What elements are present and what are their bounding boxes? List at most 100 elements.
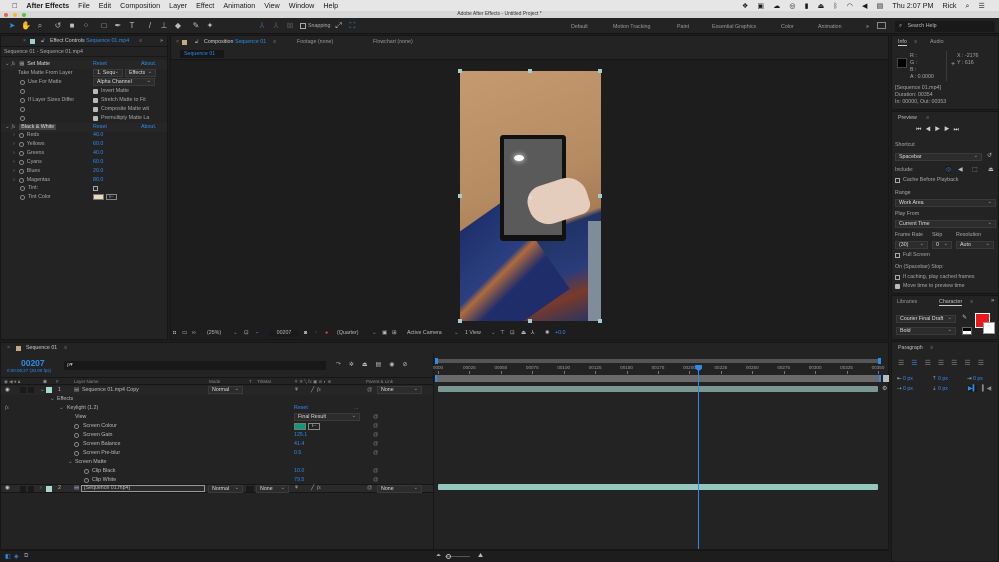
menu-help[interactable]: Help — [323, 1, 338, 10]
full-screen-checkbox[interactable]: Full Screen — [895, 251, 930, 260]
character-tab[interactable]: Character — [939, 299, 963, 306]
region-of-interest-icon[interactable]: ▣ — [382, 328, 387, 339]
if-caching-checkbox[interactable]: If caching, play cached frames — [895, 273, 975, 282]
effect-switch-icon[interactable]: fx — [317, 387, 321, 393]
snap-grid-icon[interactable]: ⛶ — [346, 20, 358, 32]
toggle-pixel-icon[interactable]: ⊤ — [500, 328, 505, 339]
stretch-matte-checkbox[interactable]: Stretch Matte to Fit — [93, 96, 146, 105]
invert-matte-checkbox[interactable]: Invert Matte — [93, 87, 129, 96]
checkbox-checked-icon[interactable] — [93, 88, 98, 94]
shortcut-dropdown[interactable]: Spacebar — [895, 153, 982, 161]
expand-chevron-icon[interactable]: ⌄ — [5, 61, 9, 67]
quality-switch-icon[interactable]: ╱ — [311, 485, 314, 491]
play-from-dropdown[interactable]: Current Time — [895, 220, 996, 228]
expand-arrow-icon[interactable]: › — [13, 150, 15, 156]
reset-link[interactable]: Reset — [93, 124, 107, 130]
rtl-direction-icon[interactable]: ▍◀ — [982, 385, 991, 392]
stopwatch-icon[interactable] — [84, 478, 89, 483]
panel-menu-icon[interactable]: ≡ — [64, 343, 67, 353]
workspace-panel-icon[interactable] — [877, 22, 886, 29]
expand-chevron-icon[interactable]: ⌄ — [59, 405, 63, 411]
axis-view-icon[interactable]: ⊠ — [284, 20, 296, 32]
time-navigator-bar[interactable] — [435, 358, 881, 364]
clip-black-value[interactable]: 10.0 — [294, 468, 304, 474]
stopwatch-icon[interactable] — [84, 469, 89, 474]
time-graph[interactable]: 0000 00025 00050 00075 00100 00125 00150 00175 0… — [433, 353, 889, 549]
fx-icon[interactable]: fx — [11, 61, 15, 67]
eraser-tool-icon[interactable]: ◆ — [172, 20, 184, 32]
zoom-window-button[interactable] — [22, 12, 26, 17]
clip-white-value[interactable]: 79.5 — [294, 477, 304, 483]
align-center-icon[interactable]: ☰ — [911, 359, 917, 367]
menu-window[interactable]: Window — [289, 1, 315, 10]
trkmat-dropdown[interactable]: None — [256, 485, 289, 493]
cache-before-playback-checkbox[interactable]: Cache Before Playback — [895, 176, 958, 185]
work-area-end-handle[interactable] — [879, 375, 881, 382]
composite-matte-checkbox[interactable]: Composite Matte wit — [93, 105, 149, 114]
modes-toggle-icon[interactable]: ◈ — [14, 553, 19, 560]
eyedropper-icon[interactable]: ✎ — [962, 314, 967, 321]
expand-arrow-icon[interactable]: › — [13, 141, 15, 147]
chevron-down-icon[interactable]: ⌄ — [372, 328, 376, 339]
indent-left-field[interactable]: ⇤ 0 px — [897, 376, 913, 382]
layer-label-color[interactable] — [46, 387, 52, 393]
justify-left-icon[interactable]: ☰ — [938, 359, 944, 367]
solo-toggle[interactable] — [20, 387, 26, 393]
chevron-down-icon[interactable]: ⌄ — [454, 328, 458, 339]
airplay-icon[interactable]: ⏏ — [818, 1, 825, 10]
zoom-in-icon[interactable]: ⛰ — [478, 553, 483, 560]
expand-arrow-icon[interactable]: › — [13, 168, 15, 174]
export-icon[interactable]: ⏏ — [988, 166, 994, 173]
quality-switch-icon[interactable]: ╱ — [311, 387, 314, 393]
time-ruler[interactable]: 0000 00025 00050 00075 00100 00125 00150 00175 0… — [433, 365, 884, 375]
frame-blending-icon[interactable]: ▤ — [376, 361, 382, 368]
snapshot-icon[interactable]: ◙ — [304, 328, 307, 339]
stopwatch-icon[interactable] — [74, 433, 79, 438]
lock-toggle[interactable] — [28, 486, 34, 492]
include-overlays-icon[interactable]: ⬚ — [972, 166, 978, 173]
comp-viewer-frame[interactable]: ⌖ — [460, 71, 601, 321]
menu-effect[interactable]: Effect — [196, 1, 214, 10]
transparency-grid-icon[interactable]: ⊞ — [392, 328, 396, 339]
timeline-icon[interactable]: ⏏ — [521, 328, 526, 339]
stopwatch-icon[interactable] — [20, 88, 25, 94]
panel-overflow-icon[interactable]: » — [991, 298, 994, 304]
pen-tool-icon[interactable]: ✒ — [112, 20, 124, 32]
snapping-checkbox[interactable] — [300, 22, 306, 29]
footage-tab[interactable]: Footage (none) — [297, 36, 333, 48]
safe-zones-icon[interactable]: ⊡ — [244, 328, 248, 339]
effect-controls-tab[interactable]: Effect Controls Sequence 01.mp4 — [50, 36, 129, 47]
clone-stamp-tool-icon[interactable]: ⊥ — [158, 20, 170, 32]
eyedropper-icon[interactable]: ⟝ — [106, 194, 117, 201]
show-snapshot-icon[interactable]: ♂ — [314, 328, 318, 339]
close-tab-icon[interactable]: × — [176, 36, 179, 48]
close-tab-icon[interactable]: × — [7, 343, 10, 353]
navigator-start-handle[interactable] — [435, 358, 438, 364]
expand-arrow-icon[interactable]: › — [13, 159, 15, 165]
camera-dropdown[interactable]: Active Camera — [407, 328, 442, 339]
param-value[interactable]: 40.0 — [93, 132, 103, 138]
layer-name[interactable]: Sequence 01.mp4 Copy — [82, 387, 139, 393]
menu-view[interactable]: View — [264, 1, 279, 10]
expand-arrow-icon[interactable]: › — [13, 177, 15, 183]
expression-pickwhip-icon[interactable]: @ — [373, 477, 378, 483]
audio-tab[interactable]: Audio — [930, 39, 944, 45]
dropbox-icon[interactable]: ❖ — [742, 1, 748, 10]
checkbox-checked-icon[interactable] — [93, 115, 98, 121]
monitor-icon[interactable]: ▭ — [182, 328, 187, 339]
first-line-indent-field[interactable]: ⇢ 0 px — [897, 386, 913, 392]
search-help-field[interactable]: ⌕ Search Help — [895, 21, 995, 32]
stopwatch-icon[interactable] — [20, 97, 25, 103]
expand-arrow-icon[interactable]: › — [40, 485, 42, 491]
timeline-tab[interactable]: Sequence 01 — [26, 343, 57, 353]
puppet-tool-icon[interactable]: ✦ — [204, 20, 216, 32]
lock-toggle[interactable] — [28, 387, 34, 393]
about-link[interactable]: About. — [141, 61, 156, 67]
channel-icon[interactable]: ● — [325, 328, 328, 339]
fast-preview-icon[interactable]: ⊡ — [510, 328, 514, 339]
workspace-motion-tracking[interactable]: Motion Tracking — [613, 24, 650, 30]
resolution-dropdown[interactable]: (Quarter) — [337, 328, 359, 339]
zoom-dropdown[interactable]: (25%) — [207, 328, 221, 339]
effect-switch-icon[interactable]: fx — [317, 485, 321, 491]
mask-visibility-icon[interactable]: ⌐ — [256, 328, 259, 339]
